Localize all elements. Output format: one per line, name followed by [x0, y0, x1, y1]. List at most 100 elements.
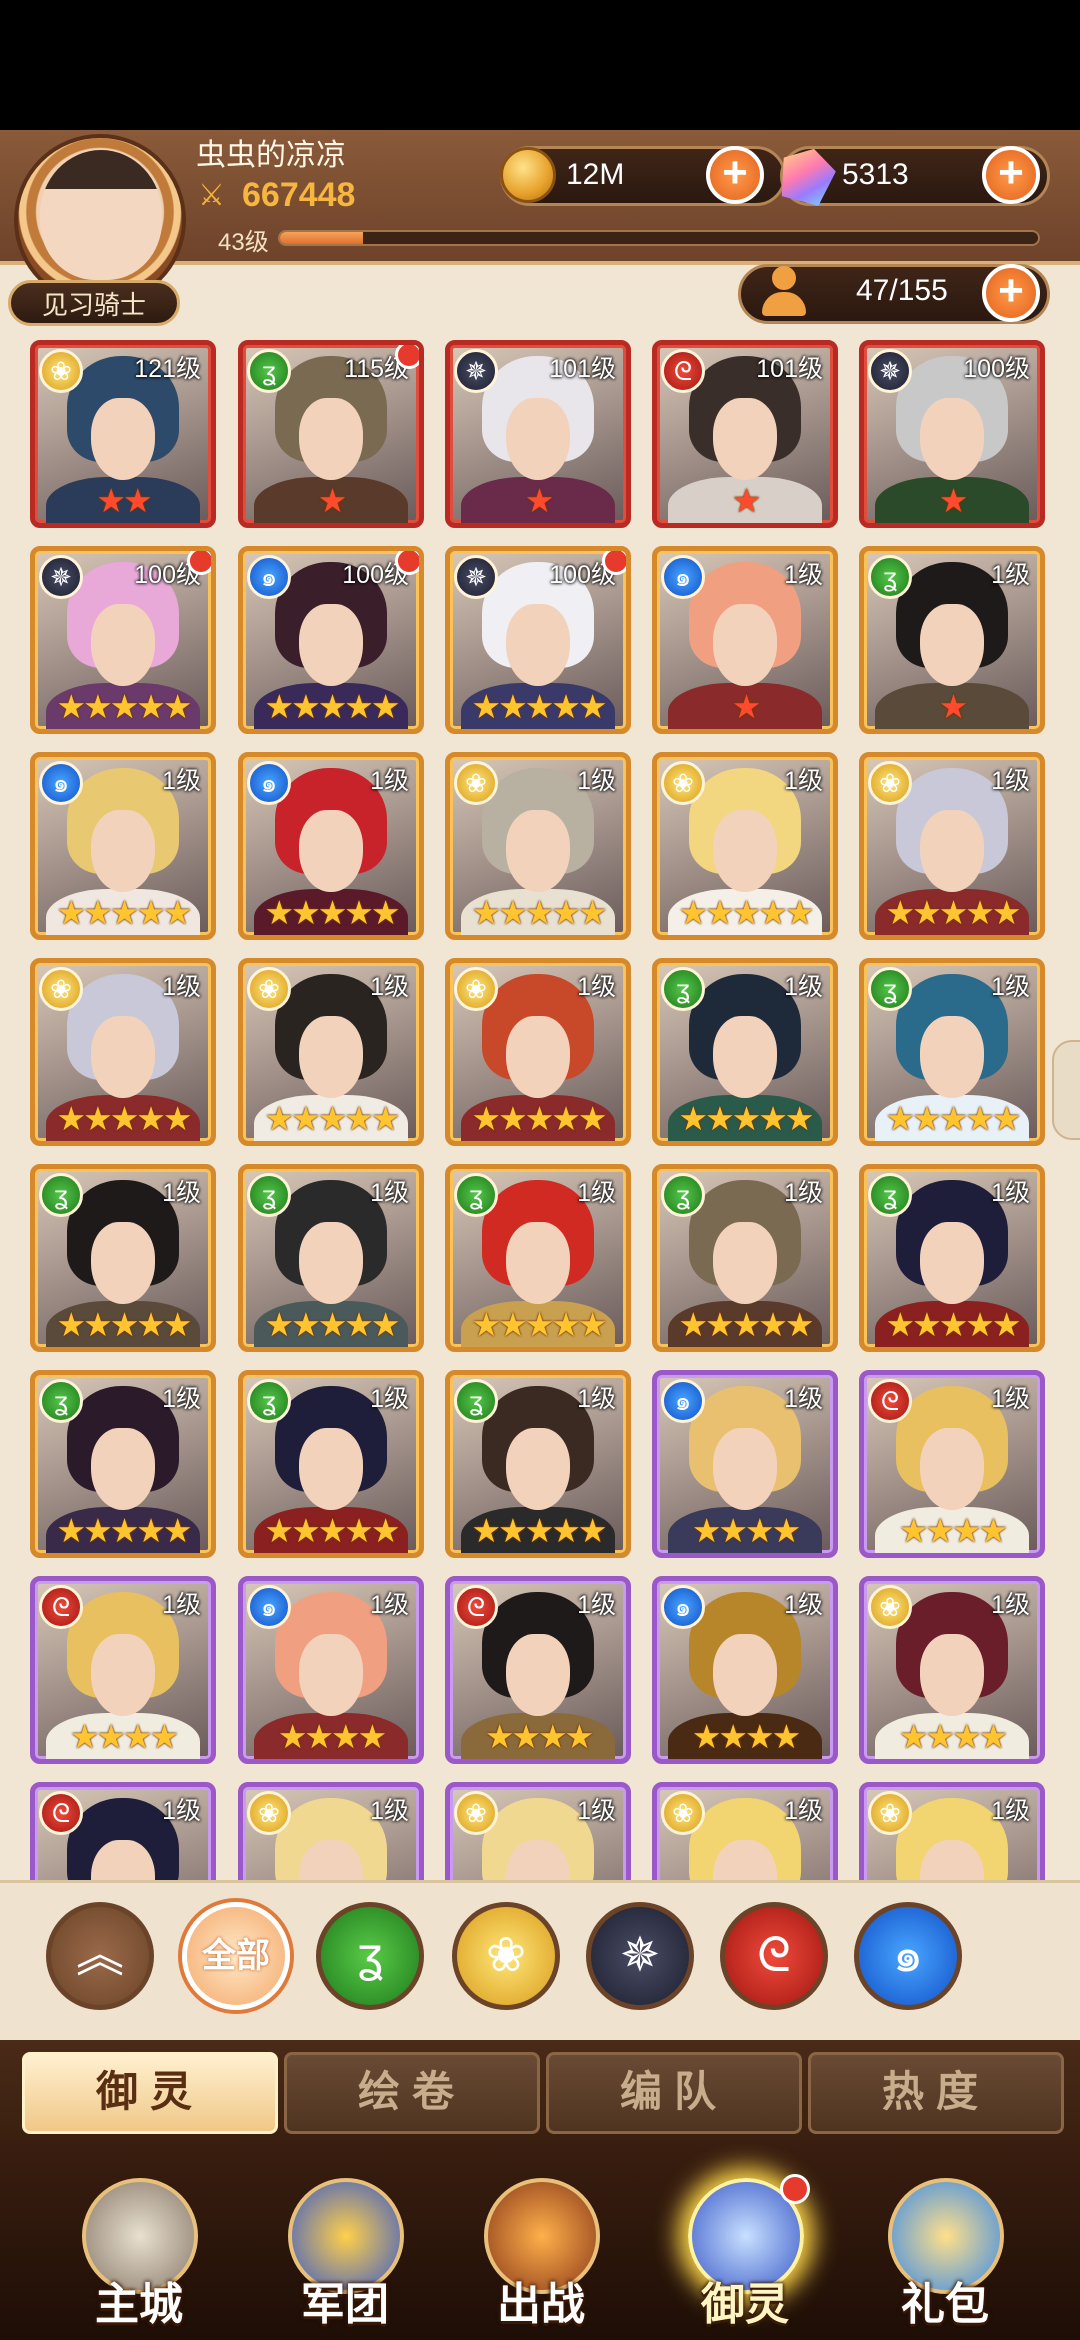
notification-dot	[395, 551, 419, 575]
hero-card[interactable]: ✵ 101级 ★	[445, 340, 631, 528]
star-rating: ★★	[96, 482, 152, 519]
hero-card[interactable]: ʓ 1级 ★★★★★	[859, 958, 1045, 1146]
star-rating: ★	[938, 688, 969, 725]
nav-label: 主城	[95, 2280, 183, 2329]
hero-card[interactable]: ❀ 1级	[238, 1782, 424, 1880]
hero-card[interactable]: ❀ 1级 ★★★★★	[238, 958, 424, 1146]
rose-icon: ❀	[454, 1791, 498, 1835]
hero-card[interactable]: ❀ 1级 ★★★★★	[445, 752, 631, 940]
hero-card[interactable]: ๑ 1级 ★★★★★	[238, 752, 424, 940]
hero-card[interactable]: ᘓ 1级	[30, 1782, 216, 1880]
hero-card[interactable]: ʓ 1级 ★★★★★	[859, 1164, 1045, 1352]
hero-card[interactable]: ʓ 115级 ★	[238, 340, 424, 528]
hero-card[interactable]: ʓ 1级 ★★★★★	[238, 1164, 424, 1352]
hero-card[interactable]: ✵ 100级 ★	[859, 340, 1045, 528]
tab-redu[interactable]: 热度	[808, 2052, 1064, 2134]
rose-icon: ❀	[454, 761, 498, 805]
hero-card[interactable]: ᘓ 101级 ★	[652, 340, 838, 528]
hero-card[interactable]: ๑ 100级 ★★★★★	[238, 546, 424, 734]
hero-card[interactable]: ʓ 1级 ★★★★★	[30, 1164, 216, 1352]
star-rating: ★★★★★	[885, 1100, 1022, 1137]
wave-icon: ๑	[247, 761, 291, 805]
star-rating: ★★★★★	[56, 894, 193, 931]
hero-level: 100级	[963, 355, 1030, 383]
star-rating: ★	[317, 482, 348, 519]
hero-card[interactable]: ʓ 1级 ★★★★★	[30, 1370, 216, 1558]
star-rating: ★★★★★	[471, 688, 608, 725]
hero-card[interactable]: ❀ 1级	[445, 1782, 631, 1880]
hero-card[interactable]: ᘓ 1级 ★★★★	[859, 1370, 1045, 1558]
collapse-up-button[interactable]: ︽	[46, 1902, 154, 2010]
star-rating: ★★★★★	[56, 1306, 193, 1343]
rose-icon: ❀	[247, 1791, 291, 1835]
star-rating: ★	[524, 482, 555, 519]
hero-card[interactable]: ✵ 100级 ★★★★★	[30, 546, 216, 734]
filter-all[interactable]: 全部	[182, 1902, 290, 2010]
wave-icon: ๑	[661, 555, 705, 599]
hero-card[interactable]: ʓ 1级 ★★★★★	[238, 1370, 424, 1558]
hero-card[interactable]: ❀ 1级 ★★★★★	[859, 752, 1045, 940]
nav-yuling[interactable]: 御灵	[650, 2160, 840, 2340]
hero-level: 121级	[134, 355, 201, 383]
hero-card[interactable]: ❀ 1级	[859, 1782, 1045, 1880]
hero-card[interactable]: ๑ 1级 ★★★★★	[30, 752, 216, 940]
flame-icon: ᘓ	[454, 1585, 498, 1629]
hero-card[interactable]: ʓ 1级 ★★★★★	[652, 958, 838, 1146]
hero-level: 1级	[784, 1385, 823, 1413]
expand-capacity-button[interactable]: +	[982, 264, 1040, 322]
filter-flame-icon[interactable]: ᘓ	[720, 1902, 828, 2010]
filter-wind-icon[interactable]: ʓ	[316, 1902, 424, 2010]
nav-gift[interactable]: 礼包	[850, 2160, 1040, 2340]
hero-card[interactable]: ❀ 1级 ★★★★★	[30, 958, 216, 1146]
flame-icon: ᘓ	[39, 1585, 83, 1629]
hero-level: 1级	[162, 1385, 201, 1413]
wave-icon: ๑	[247, 555, 291, 599]
hero-card[interactable]: ✵ 100级 ★★★★★	[445, 546, 631, 734]
nav-legion[interactable]: 军团	[250, 2160, 440, 2340]
hero-capacity: 47/155	[856, 274, 948, 307]
hero-card[interactable]: ❀ 1级	[652, 1782, 838, 1880]
hero-level: 1级	[162, 1797, 201, 1825]
hero-card[interactable]: ʓ 1级 ★	[859, 546, 1045, 734]
star-rating: ★★★★★	[885, 1306, 1022, 1343]
hero-card[interactable]: ๑ 1级 ★★★★	[652, 1576, 838, 1764]
tab-bianfdui[interactable]: 编队	[546, 2052, 802, 2134]
nav-main-city[interactable]: 主城	[44, 2160, 234, 2340]
side-arrow-tab[interactable]	[1052, 1040, 1080, 1140]
hero-card[interactable]: ๑ 1级 ★★★★	[652, 1370, 838, 1558]
hero-level: 1级	[784, 1179, 823, 1207]
hero-level: 1级	[370, 1179, 409, 1207]
rose-icon: ❀	[661, 761, 705, 805]
web-icon: ✵	[868, 349, 912, 393]
hero-card[interactable]: ʓ 1级 ★★★★★	[445, 1164, 631, 1352]
hero-card[interactable]: ๑ 1级 ★★★★	[238, 1576, 424, 1764]
hero-card[interactable]: ❀ 1级 ★★★★★	[445, 958, 631, 1146]
tab-yuling[interactable]: 御灵	[22, 2052, 278, 2134]
star-rating: ★★★★	[898, 1512, 1008, 1549]
rose-icon: ❀	[868, 1791, 912, 1835]
nav-battle[interactable]: 出战	[446, 2160, 636, 2340]
filter-rose-icon[interactable]: ❀	[452, 1902, 560, 2010]
star-rating: ★★★★★	[471, 1512, 608, 1549]
filter-wave-icon[interactable]: ๑	[854, 1902, 962, 2010]
hero-card[interactable]: ๑ 1级 ★	[652, 546, 838, 734]
add-coins-button[interactable]: +	[706, 146, 764, 204]
wave-icon: ๑	[247, 1585, 291, 1629]
hero-card[interactable]: ʓ 1级 ★★★★★	[652, 1164, 838, 1352]
wind-icon: ʓ	[39, 1173, 83, 1217]
hero-card[interactable]: ᘓ 1级 ★★★★	[445, 1576, 631, 1764]
tab-huijuan[interactable]: 绘卷	[284, 2052, 540, 2134]
hero-card[interactable]: ʓ 1级 ★★★★★	[445, 1370, 631, 1558]
filter-web-icon[interactable]: ✵	[586, 1902, 694, 2010]
hero-card[interactable]: ❀ 121级 ★★	[30, 340, 216, 528]
hero-level: 1级	[162, 1179, 201, 1207]
star-rating: ★★★★★	[678, 1100, 815, 1137]
rose-icon: ❀	[868, 1585, 912, 1629]
hero-card[interactable]: ᘓ 1级 ★★★★	[30, 1576, 216, 1764]
add-gems-button[interactable]: +	[982, 146, 1040, 204]
hero-level: 1级	[370, 767, 409, 795]
wind-icon: ʓ	[454, 1173, 498, 1217]
hero-level: 1级	[370, 1797, 409, 1825]
hero-card[interactable]: ❀ 1级 ★★★★★	[652, 752, 838, 940]
hero-card[interactable]: ❀ 1级 ★★★★	[859, 1576, 1045, 1764]
